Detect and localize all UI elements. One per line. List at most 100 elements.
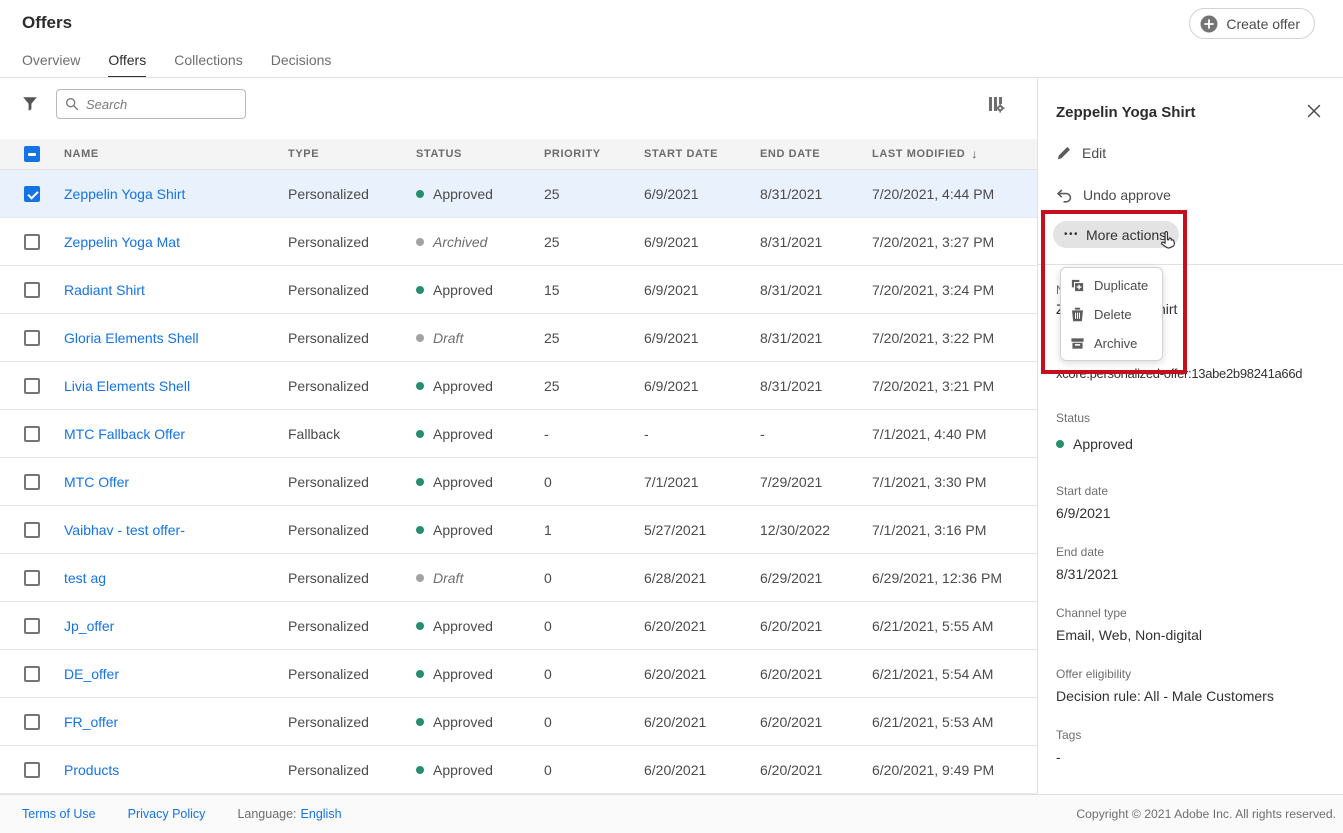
terms-of-use-link[interactable]: Terms of Use bbox=[22, 807, 96, 821]
table-row[interactable]: test agPersonalizedDraft06/28/20216/29/2… bbox=[0, 554, 1037, 602]
row-checkbox[interactable] bbox=[24, 618, 40, 634]
offer-name-link[interactable]: Products bbox=[64, 762, 119, 778]
table-row[interactable]: Zeppelin Yoga MatPersonalizedArchived256… bbox=[0, 218, 1037, 266]
offer-status-cell: Draft bbox=[416, 554, 463, 601]
row-checkbox[interactable] bbox=[24, 330, 40, 346]
table-row[interactable]: Radiant ShirtPersonalizedApproved156/9/2… bbox=[0, 266, 1037, 314]
offer-name-link[interactable]: Livia Elements Shell bbox=[64, 378, 190, 394]
table-row[interactable]: Jp_offerPersonalizedApproved06/20/20216/… bbox=[0, 602, 1037, 650]
table-row[interactable]: Zeppelin Yoga ShirtPersonalizedApproved2… bbox=[0, 170, 1037, 218]
column-header-start-date[interactable]: START DATE bbox=[644, 139, 718, 169]
menu-item-archive[interactable]: Archive bbox=[1061, 329, 1162, 358]
offer-name-link[interactable]: Zeppelin Yoga Shirt bbox=[64, 186, 185, 202]
row-checkbox[interactable] bbox=[24, 378, 40, 394]
status-dot-icon bbox=[416, 766, 424, 774]
copyright-text: Copyright © 2021 Adobe Inc. All rights r… bbox=[1076, 807, 1336, 821]
column-header-last-modified[interactable]: LAST MODIFIED↓ bbox=[872, 139, 978, 169]
status-dot-icon bbox=[416, 478, 424, 486]
row-checkbox[interactable] bbox=[24, 474, 40, 490]
offer-type-cell: Personalized bbox=[288, 554, 369, 601]
menu-item-delete[interactable]: Delete bbox=[1061, 300, 1162, 329]
status-dot-icon bbox=[416, 526, 424, 534]
row-checkbox[interactable] bbox=[24, 282, 40, 298]
row-checkbox[interactable] bbox=[24, 186, 40, 202]
table-row[interactable]: MTC OfferPersonalizedApproved07/1/20217/… bbox=[0, 458, 1037, 506]
offer-name-link[interactable]: test ag bbox=[64, 570, 106, 586]
row-checkbox-cell bbox=[24, 506, 40, 553]
language-value-link[interactable]: English bbox=[301, 807, 342, 821]
start-date-value: 6/9/2021 bbox=[1056, 505, 1111, 521]
tags-value: - bbox=[1056, 749, 1061, 765]
status-dot-icon bbox=[1056, 440, 1064, 448]
close-icon[interactable] bbox=[1306, 103, 1324, 121]
row-checkbox-cell bbox=[24, 410, 40, 457]
offer-end-date-cell: - bbox=[760, 410, 765, 457]
table-row[interactable]: ProductsPersonalizedApproved06/20/20216/… bbox=[0, 746, 1037, 794]
offer-start-date-cell: 6/9/2021 bbox=[644, 314, 699, 361]
table-row[interactable]: Livia Elements ShellPersonalizedApproved… bbox=[0, 362, 1037, 410]
offer-status-cell: Archived bbox=[416, 218, 487, 265]
edit-button[interactable]: Edit bbox=[1056, 145, 1106, 161]
offer-name-link[interactable]: FR_offer bbox=[64, 714, 118, 730]
offer-last-modified-cell: 7/1/2021, 3:30 PM bbox=[872, 458, 986, 505]
row-checkbox[interactable] bbox=[24, 522, 40, 538]
select-all-checkbox[interactable] bbox=[24, 146, 40, 162]
row-checkbox[interactable] bbox=[24, 426, 40, 442]
row-checkbox[interactable] bbox=[24, 570, 40, 586]
offer-start-date-cell: 6/9/2021 bbox=[644, 218, 699, 265]
table-row[interactable]: FR_offerPersonalizedApproved06/20/20216/… bbox=[0, 698, 1037, 746]
row-checkbox[interactable] bbox=[24, 234, 40, 250]
menu-item-duplicate[interactable]: Duplicate bbox=[1061, 271, 1162, 300]
offer-priority-cell: 25 bbox=[544, 218, 560, 265]
offer-name-link[interactable]: Jp_offer bbox=[64, 618, 114, 634]
offer-end-date-cell: 6/29/2021 bbox=[760, 554, 822, 601]
table-row[interactable]: Vaibhav - test offer-PersonalizedApprove… bbox=[0, 506, 1037, 554]
offer-name-link[interactable]: MTC Fallback Offer bbox=[64, 426, 185, 442]
offer-priority-cell: 25 bbox=[544, 170, 560, 217]
row-checkbox[interactable] bbox=[24, 762, 40, 778]
offer-name-link[interactable]: Vaibhav - test offer- bbox=[64, 522, 185, 538]
column-header-name[interactable]: NAME bbox=[64, 139, 99, 169]
table-header: NAME TYPE STATUS PRIORITY START DATE END DATE… bbox=[0, 139, 1037, 170]
undo-approve-button[interactable]: Undo approve bbox=[1056, 187, 1171, 203]
filter-icon[interactable] bbox=[22, 96, 38, 112]
column-settings-icon[interactable] bbox=[987, 95, 1005, 113]
status-dot-icon bbox=[416, 622, 424, 630]
offer-type-cell: Personalized bbox=[288, 602, 369, 649]
offer-last-modified-cell: 7/20/2021, 3:21 PM bbox=[872, 362, 994, 409]
tab-bar: Overview Offers Collections Decisions bbox=[22, 52, 331, 78]
offer-last-modified-cell: 7/20/2021, 3:27 PM bbox=[872, 218, 994, 265]
row-checkbox[interactable] bbox=[24, 666, 40, 682]
offer-start-date-cell: - bbox=[644, 410, 649, 457]
language-label: Language: bbox=[237, 807, 296, 821]
offer-priority-cell: 0 bbox=[544, 746, 552, 793]
offer-status-cell: Draft bbox=[416, 314, 463, 361]
column-header-status[interactable]: STATUS bbox=[416, 139, 462, 169]
table-row[interactable]: Gloria Elements ShellPersonalizedDraft25… bbox=[0, 314, 1037, 362]
column-header-priority[interactable]: PRIORITY bbox=[544, 139, 601, 169]
plus-circle-icon bbox=[1200, 15, 1218, 33]
tab-overview[interactable]: Overview bbox=[22, 52, 80, 78]
offer-name-link[interactable]: Zeppelin Yoga Mat bbox=[64, 234, 180, 250]
tab-collections[interactable]: Collections bbox=[174, 52, 242, 78]
offer-name-link[interactable]: Gloria Elements Shell bbox=[64, 330, 199, 346]
tab-offers[interactable]: Offers bbox=[108, 52, 146, 78]
offer-name-link[interactable]: DE_offer bbox=[64, 666, 119, 682]
tab-decisions[interactable]: Decisions bbox=[271, 52, 332, 78]
create-offer-button[interactable]: Create offer bbox=[1189, 8, 1315, 39]
more-actions-button[interactable]: ••• More actions bbox=[1053, 221, 1179, 248]
table-row[interactable]: MTC Fallback OfferFallbackApproved---7/1… bbox=[0, 410, 1037, 458]
privacy-policy-link[interactable]: Privacy Policy bbox=[128, 807, 206, 821]
column-header-end-date[interactable]: END DATE bbox=[760, 139, 820, 169]
offer-name-link[interactable]: MTC Offer bbox=[64, 474, 129, 490]
offer-name-cell: Gloria Elements Shell bbox=[64, 314, 199, 361]
offer-name-cell: DE_offer bbox=[64, 650, 119, 697]
table-row[interactable]: DE_offerPersonalizedApproved06/20/20216/… bbox=[0, 650, 1037, 698]
page-title: Offers bbox=[22, 13, 72, 33]
offer-name-link[interactable]: Radiant Shirt bbox=[64, 282, 145, 298]
search-input[interactable] bbox=[86, 97, 264, 112]
offer-type-cell: Personalized bbox=[288, 746, 369, 793]
offer-name-cell: Jp_offer bbox=[64, 602, 114, 649]
column-header-type[interactable]: TYPE bbox=[288, 139, 319, 169]
row-checkbox[interactable] bbox=[24, 714, 40, 730]
